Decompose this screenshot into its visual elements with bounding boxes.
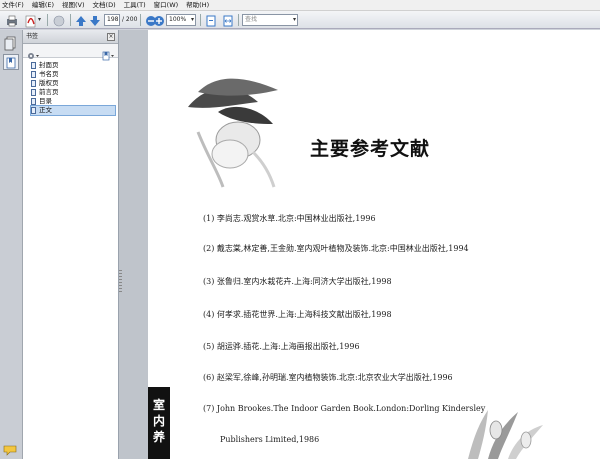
acrobat-icon bbox=[25, 15, 36, 28]
chevron-down-icon: ▾ bbox=[190, 16, 194, 23]
arrow-down-icon bbox=[90, 16, 100, 26]
zoom-in-icon bbox=[154, 16, 164, 26]
collaborate-button[interactable] bbox=[52, 13, 66, 27]
pages-tab[interactable] bbox=[3, 35, 19, 51]
document-icon bbox=[31, 98, 36, 105]
navigation-rail bbox=[0, 30, 23, 459]
menu-help[interactable]: 帮助(H) bbox=[186, 0, 209, 10]
fit-page-icon bbox=[206, 15, 216, 27]
menu-file[interactable]: 文件(F) bbox=[2, 0, 24, 10]
bookmark-item-selected[interactable]: 正文 bbox=[30, 105, 116, 116]
bookmark-item[interactable]: 前言页 bbox=[31, 88, 118, 97]
toolbar-divider bbox=[200, 14, 201, 26]
search-placeholder: 查找 bbox=[245, 16, 258, 23]
page-number-input[interactable]: 198 bbox=[104, 14, 120, 26]
spine-text: 室内养 bbox=[152, 398, 165, 444]
gear-icon bbox=[28, 53, 39, 59]
reference-item: (5) 胡运骅.插花.上海:上海画报出版社,1996 bbox=[203, 342, 360, 351]
comments-button[interactable] bbox=[3, 442, 19, 456]
menu-view[interactable]: 视图(V) bbox=[62, 0, 85, 10]
panel-splitter[interactable] bbox=[119, 30, 148, 459]
menu-edit[interactable]: 编辑(E) bbox=[32, 0, 54, 10]
menu-window[interactable]: 窗口(W) bbox=[154, 0, 179, 10]
bookmarks-tab[interactable] bbox=[3, 54, 19, 70]
bookmark-item[interactable]: 封面页 bbox=[31, 61, 118, 70]
bookmark-icon bbox=[6, 57, 16, 69]
bookmark-item[interactable]: 版权页 bbox=[31, 79, 118, 88]
bookmark-label: 封面页 bbox=[39, 61, 59, 69]
bookmark-label: 目录 bbox=[39, 97, 52, 105]
bookmark-label: 前言页 bbox=[39, 88, 59, 96]
pdf-reader-window: 文件(F) 编辑(E) 视图(V) 文档(D) 工具(T) 窗口(W) 帮助(H… bbox=[0, 0, 600, 459]
reference-item: (6) 赵梁军,徐峰,孙明瑞.室内植物装饰.北京:北京农业大学出版社,1996 bbox=[203, 373, 453, 382]
document-icon bbox=[31, 62, 36, 69]
toolbar-divider bbox=[47, 14, 48, 26]
bookmark-list: 封面页 书名页 版权页 前言页 目录 正文 bbox=[23, 58, 118, 116]
bookmark-label: 正文 bbox=[39, 106, 52, 114]
document-icon bbox=[31, 107, 36, 114]
comment-icon bbox=[3, 445, 17, 456]
document-icon bbox=[31, 89, 36, 96]
pages-icon bbox=[4, 36, 16, 51]
options-button[interactable] bbox=[26, 46, 40, 59]
page-total-label: / 200 bbox=[122, 16, 138, 23]
reference-item: (3) 张鲁归.室内水栽花卉.上海:同济大学出版社,1998 bbox=[203, 277, 392, 286]
next-page-button[interactable] bbox=[88, 13, 102, 27]
panel-header: 书签 × bbox=[23, 30, 118, 44]
splitter-grip[interactable] bbox=[119, 270, 122, 294]
page-title: 主要参考文献 bbox=[310, 138, 431, 160]
close-panel-button[interactable]: × bbox=[107, 33, 115, 41]
print-icon bbox=[7, 15, 17, 27]
bookmark-item[interactable]: 目录 bbox=[31, 97, 118, 106]
panel-title: 书签 bbox=[26, 33, 39, 40]
reference-item: (7) John Brookes.The Indoor Garden Book.… bbox=[203, 404, 486, 413]
create-pdf-button[interactable] bbox=[24, 13, 38, 28]
new-bookmark-icon bbox=[102, 51, 114, 61]
globe-icon bbox=[53, 15, 65, 27]
zoom-select[interactable]: 100% ▾ bbox=[166, 14, 196, 26]
previous-page-button[interactable] bbox=[74, 13, 88, 27]
document-icon bbox=[31, 80, 36, 87]
panel-toolbar bbox=[23, 44, 118, 61]
book-spine-strip: 室内养 bbox=[148, 387, 170, 459]
reference-item: (1) 李尚志.观赏水草.北京:中国林业出版社,1996 bbox=[203, 214, 376, 223]
menu-bar: 文件(F) 编辑(E) 视图(V) 文档(D) 工具(T) 窗口(W) 帮助(H… bbox=[0, 0, 600, 11]
toolbar-divider bbox=[70, 14, 71, 26]
fit-page-button[interactable] bbox=[204, 13, 218, 27]
reference-item: (4) 何孝求.插花世界.上海:上海科技文献出版社,1998 bbox=[203, 310, 392, 319]
bookmarks-panel: 书签 × 封面页 书名页 版权页 前言页 目录 正文 bbox=[23, 30, 119, 459]
create-pdf-dropdown-icon[interactable]: ▾ bbox=[38, 13, 44, 27]
plant-illustration bbox=[468, 410, 543, 459]
zoom-in-button[interactable] bbox=[152, 13, 166, 27]
toolbar-divider bbox=[238, 14, 239, 26]
flower-illustration bbox=[188, 78, 278, 188]
toolbar-divider bbox=[140, 14, 141, 26]
document-page: 主要参考文献 (1) 李尚志.观赏水草.北京:中国林业出版社,1996 (2) … bbox=[148, 30, 600, 459]
reference-item-continued: Publishers Limited,1986 bbox=[220, 435, 320, 444]
bookmark-label: 版权页 bbox=[39, 79, 59, 87]
arrow-up-icon bbox=[76, 16, 86, 26]
toolbar: ▾ 198 / 200 100% ▾ 查找 ▾ bbox=[0, 11, 600, 29]
fit-width-button[interactable] bbox=[221, 13, 235, 27]
print-button[interactable] bbox=[5, 13, 19, 27]
menu-tools[interactable]: 工具(T) bbox=[124, 0, 146, 10]
document-icon bbox=[31, 71, 36, 78]
new-bookmark-button[interactable] bbox=[101, 46, 115, 61]
search-input[interactable]: 查找 ▾ bbox=[242, 14, 298, 26]
fit-width-icon bbox=[223, 15, 233, 27]
chevron-down-icon: ▾ bbox=[292, 16, 296, 23]
bookmark-label: 书名页 bbox=[39, 70, 59, 78]
zoom-value: 100% bbox=[169, 16, 187, 23]
bookmark-item[interactable]: 书名页 bbox=[31, 70, 118, 79]
reference-item: (2) 戴志棠,林定善,王金勋.室内观叶植物及装饰.北京:中国林业出版社,199… bbox=[203, 244, 469, 253]
menu-document[interactable]: 文档(D) bbox=[93, 0, 116, 10]
